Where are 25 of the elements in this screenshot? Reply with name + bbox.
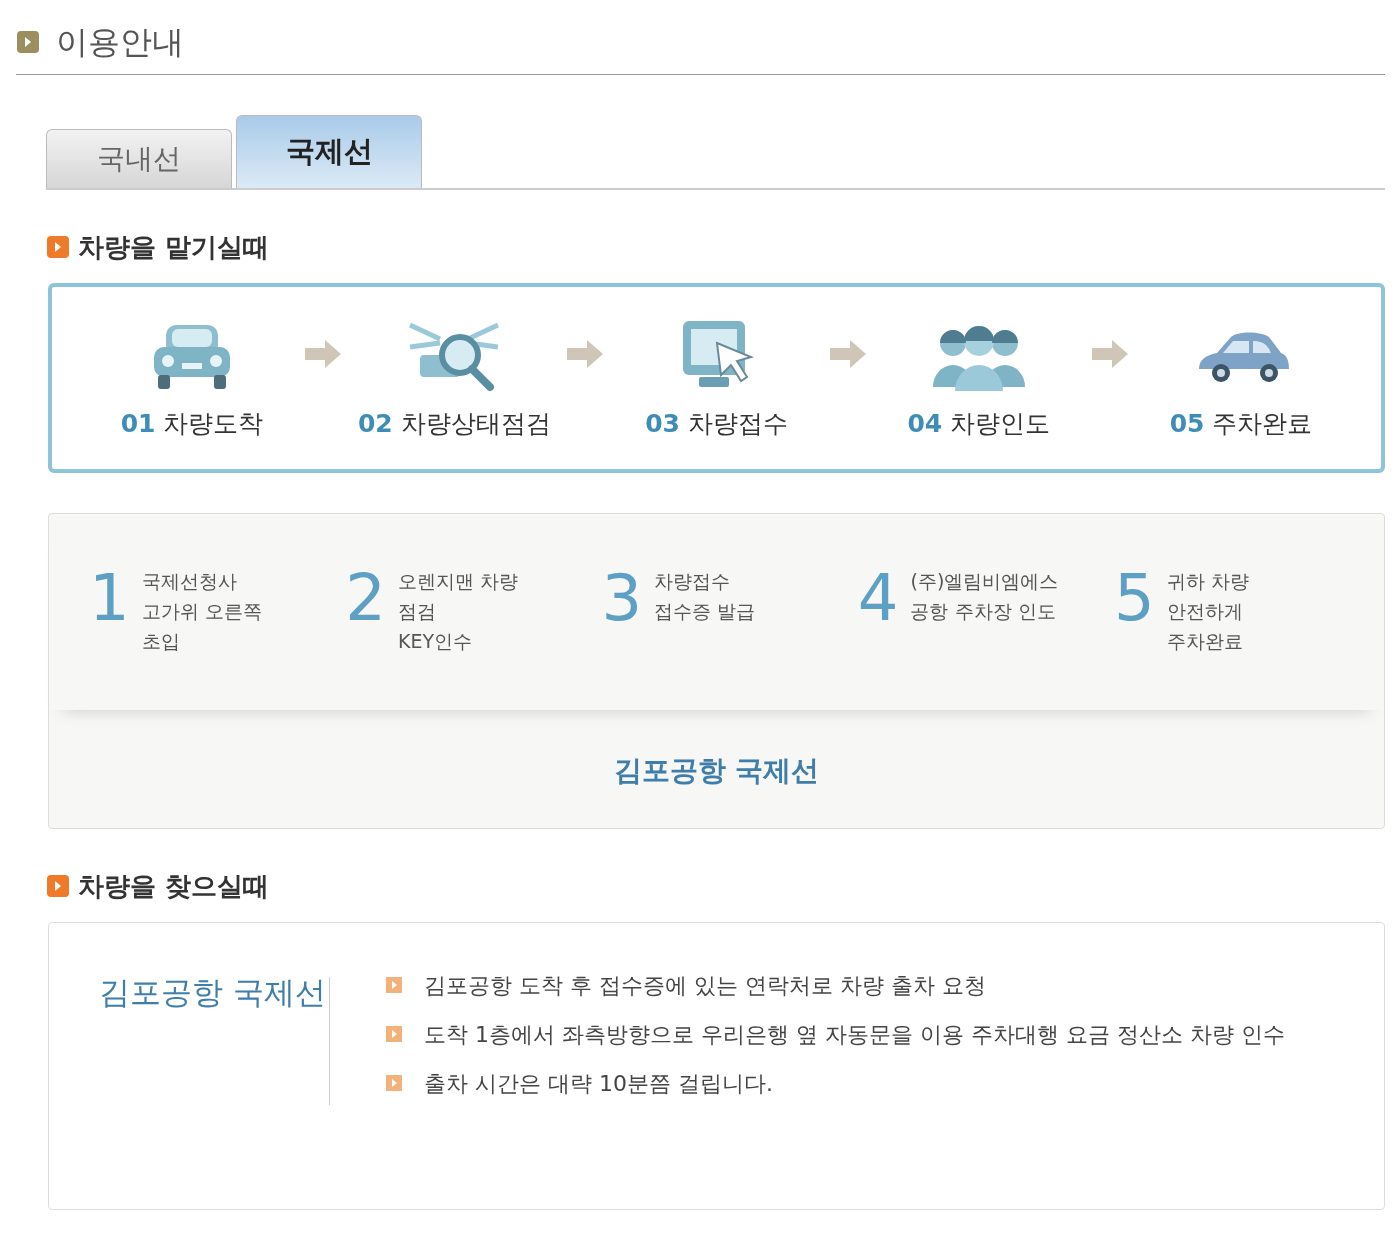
step-description: 차량접수 접수증 발급 [654, 568, 756, 624]
step-description: 귀하 차량 안전하게 주차완료 [1166, 568, 1249, 655]
tab[interactable]: 국내선 [46, 128, 232, 188]
step-label: 03 차량접수 [645, 407, 788, 440]
caption: 김포공항 국제선 [613, 752, 820, 789]
step-description: (주)엘림비엠에스 공항 주차장 인도 [910, 568, 1059, 624]
step-number: 5 [1114, 565, 1155, 630]
step-description: 오렌지맨 차량 점검 KEY인수 [397, 568, 518, 655]
step-number: 1 [89, 565, 130, 630]
list-item-text: 출차 시간은 대략 10분쯤 걸립니다. [424, 1069, 773, 1098]
section-heading: 차량을 찾으실때 [78, 869, 270, 903]
step-number: 2 [345, 565, 386, 630]
step-label: 05 주차완료 [1169, 407, 1313, 440]
list-item-text: 도착 1층에서 좌측방향으로 우리은행 옆 자동문을 이용 주차대행 요금 정산소 차량 인수 [424, 1020, 1285, 1049]
location-title: 김포공항 국제선 [99, 972, 326, 1012]
page-title: 이용안내 [56, 22, 184, 63]
step-label: 04 차량인도 [907, 407, 1051, 440]
step-number: 3 [601, 565, 643, 630]
section-heading: 차량을 맡기실때 [78, 230, 270, 264]
step-label: 01 차량도착 [120, 407, 264, 440]
step-number: 4 [857, 565, 899, 630]
list-item-text: 김포공항 도착 후 접수증에 있는 연락처로 차량 출차 요청 [424, 971, 986, 1000]
step-label: 02 차량상태점검 [357, 407, 551, 440]
tab[interactable]: 국제선 [236, 115, 422, 188]
step-description: 국제선청사 고가위 오른쪽 초입 [141, 568, 262, 655]
